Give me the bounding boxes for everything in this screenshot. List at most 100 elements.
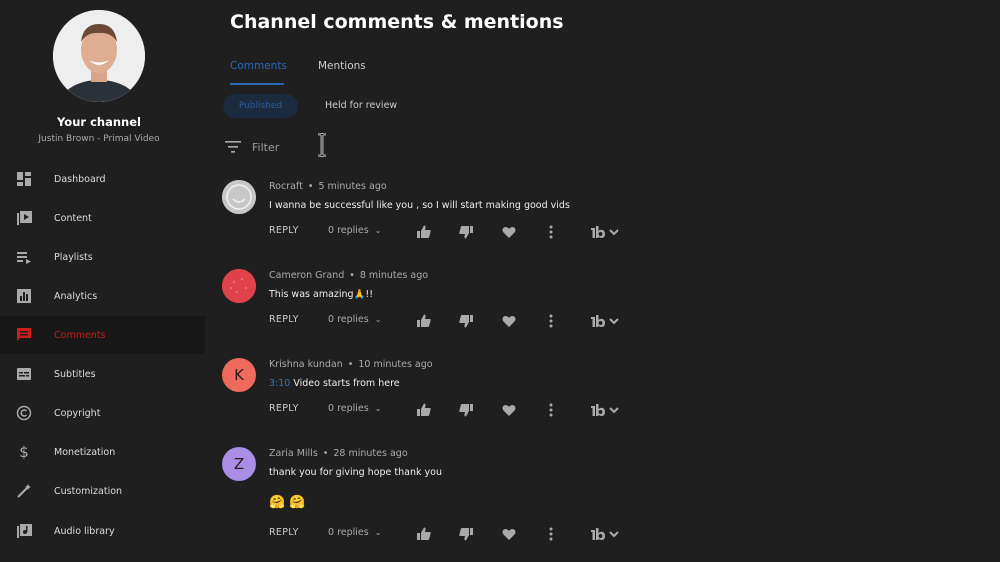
sidebar-item-playlists[interactable]: Playlists xyxy=(0,238,205,276)
sidebar-item-label: Audio library xyxy=(54,525,115,537)
copyright-icon xyxy=(15,404,33,422)
replies-dropdown[interactable]: 0 replies ⌄ xyxy=(328,527,381,538)
channel-subtitle: Justin Brown - Primal Video xyxy=(38,134,160,144)
video-timestamp-link[interactable]: 3:10 xyxy=(269,378,290,389)
reply-button[interactable]: REPLY xyxy=(269,225,299,236)
comment-time[interactable]: 8 minutes ago xyxy=(360,270,428,281)
sidebar-item-label: Copyright xyxy=(54,407,101,419)
comments-icon xyxy=(15,326,33,344)
channel-avatar[interactable] xyxy=(53,10,145,102)
thumbs-down-icon[interactable] xyxy=(458,526,474,542)
more-options-icon[interactable] xyxy=(543,224,559,240)
heart-icon[interactable] xyxy=(501,402,517,418)
channel-avatar-dropdown-icon[interactable] xyxy=(589,526,623,542)
comment-actions: REPLY 0 replies ⌄ xyxy=(269,526,629,544)
comment-actions: REPLY 0 replies ⌄ xyxy=(269,402,629,420)
sidebar-item-comments[interactable]: Comments xyxy=(0,316,205,354)
heart-icon[interactable] xyxy=(501,526,517,542)
sidebar-item-dashboard[interactable]: Dashboard xyxy=(0,160,205,198)
comment-item: Cameron Grand • 8 minutes ago This was ama… xyxy=(222,269,642,354)
comment-emoji: 🤗 🤗 xyxy=(269,495,306,510)
replies-dropdown[interactable]: 0 replies ⌄ xyxy=(328,314,381,325)
sidebar-item-label: Monetization xyxy=(54,446,116,458)
comment-avatar[interactable] xyxy=(222,180,256,214)
sidebar-item-monetization[interactable]: $ Monetization xyxy=(0,433,205,471)
comment-author[interactable]: Zaria Mills xyxy=(269,448,318,459)
sidebar-item-copyright[interactable]: Copyright xyxy=(0,394,205,432)
thumbs-down-icon[interactable] xyxy=(458,313,474,329)
sidebar: Your channel Justin Brown - Primal Video… xyxy=(0,0,205,562)
heart-icon[interactable] xyxy=(501,224,517,240)
channel-avatar-dropdown-icon[interactable] xyxy=(589,224,623,240)
comment-meta: Krishna kundan • 10 minutes ago xyxy=(269,359,433,370)
comment-text: thank you for giving hope thank you xyxy=(269,467,442,478)
audio-library-icon xyxy=(15,522,33,540)
magic-wand-icon xyxy=(15,482,33,500)
thumbs-up-icon[interactable] xyxy=(416,526,432,542)
chip-published[interactable]: Published xyxy=(223,94,298,118)
filter-input[interactable] xyxy=(252,137,452,157)
reply-button[interactable]: REPLY xyxy=(269,314,299,325)
comment-meta: Rocraft • 5 minutes ago xyxy=(269,181,387,192)
thumbs-up-icon[interactable] xyxy=(416,313,432,329)
comment-time[interactable]: 28 minutes ago xyxy=(333,448,407,459)
sidebar-item-label: Playlists xyxy=(54,251,93,263)
tab-mentions[interactable]: Mentions xyxy=(318,60,366,72)
reply-button[interactable]: REPLY xyxy=(269,403,299,414)
comment-meta: Cameron Grand • 8 minutes ago xyxy=(269,270,429,281)
sidebar-item-customization[interactable]: Customization xyxy=(0,472,205,510)
chevron-down-icon: ⌄ xyxy=(374,226,382,235)
sidebar-item-label: Comments xyxy=(54,329,106,341)
channel-avatar-dropdown-icon[interactable] xyxy=(589,313,623,329)
page-title: Channel comments & mentions xyxy=(230,11,564,33)
comment-author[interactable]: Cameron Grand xyxy=(269,270,344,281)
chip-held-for-review[interactable]: Held for review xyxy=(325,100,397,111)
sidebar-item-label: Content xyxy=(54,212,92,224)
comment-actions: REPLY 0 replies ⌄ xyxy=(269,224,629,242)
comment-time[interactable]: 5 minutes ago xyxy=(318,181,386,192)
more-options-icon[interactable] xyxy=(543,526,559,542)
thumbs-up-icon[interactable] xyxy=(416,402,432,418)
comment-author[interactable]: Rocraft xyxy=(269,181,303,192)
comment-time[interactable]: 10 minutes ago xyxy=(358,359,432,370)
content-icon xyxy=(15,209,33,227)
sidebar-item-subtitles[interactable]: Subtitles xyxy=(0,355,205,393)
comment-avatar[interactable]: Z xyxy=(222,447,256,481)
reply-button[interactable]: REPLY xyxy=(269,527,299,538)
filter-icon[interactable] xyxy=(225,139,241,158)
replies-count: 0 replies xyxy=(328,527,369,538)
chevron-down-icon: ⌄ xyxy=(374,528,382,537)
replies-count: 0 replies xyxy=(328,403,369,414)
text-cursor-icon xyxy=(316,132,328,161)
sidebar-item-audio-library[interactable]: Audio library xyxy=(0,512,205,550)
replies-count: 0 replies xyxy=(328,225,369,236)
sidebar-item-content[interactable]: Content xyxy=(0,199,205,237)
avatar-letter: Z xyxy=(233,455,245,473)
thumbs-down-icon[interactable] xyxy=(458,402,474,418)
dashboard-icon xyxy=(15,170,33,188)
heart-icon[interactable] xyxy=(501,313,517,329)
subtitles-icon xyxy=(15,365,33,383)
sidebar-item-label: Subtitles xyxy=(54,368,96,380)
thumbs-down-icon[interactable] xyxy=(458,224,474,240)
comment-actions: REPLY 0 replies ⌄ xyxy=(269,313,629,331)
tab-comments[interactable]: Comments xyxy=(230,60,287,72)
channel-title: Your channel xyxy=(57,115,141,129)
comment-avatar[interactable] xyxy=(222,269,256,303)
replies-dropdown[interactable]: 0 replies ⌄ xyxy=(328,225,381,236)
thumbs-up-icon[interactable] xyxy=(416,224,432,240)
analytics-icon xyxy=(15,287,33,305)
comment-item: Z Zaria Mills • 28 minutes ago thank you f… xyxy=(222,447,642,547)
channel-avatar-dropdown-icon[interactable] xyxy=(589,402,623,418)
chevron-down-icon: ⌄ xyxy=(374,315,382,324)
comment-avatar[interactable]: K xyxy=(222,358,256,392)
channel-avatar-image xyxy=(53,10,145,102)
replies-dropdown[interactable]: 0 replies ⌄ xyxy=(328,403,381,414)
comment-author[interactable]: Krishna kundan xyxy=(269,359,343,370)
playlists-icon xyxy=(15,248,33,266)
more-options-icon[interactable] xyxy=(543,313,559,329)
chevron-down-icon: ⌄ xyxy=(374,404,382,413)
more-options-icon[interactable] xyxy=(543,402,559,418)
comment-item: Rocraft • 5 minutes ago I wanna be success… xyxy=(222,180,642,265)
sidebar-item-analytics[interactable]: Analytics xyxy=(0,277,205,315)
